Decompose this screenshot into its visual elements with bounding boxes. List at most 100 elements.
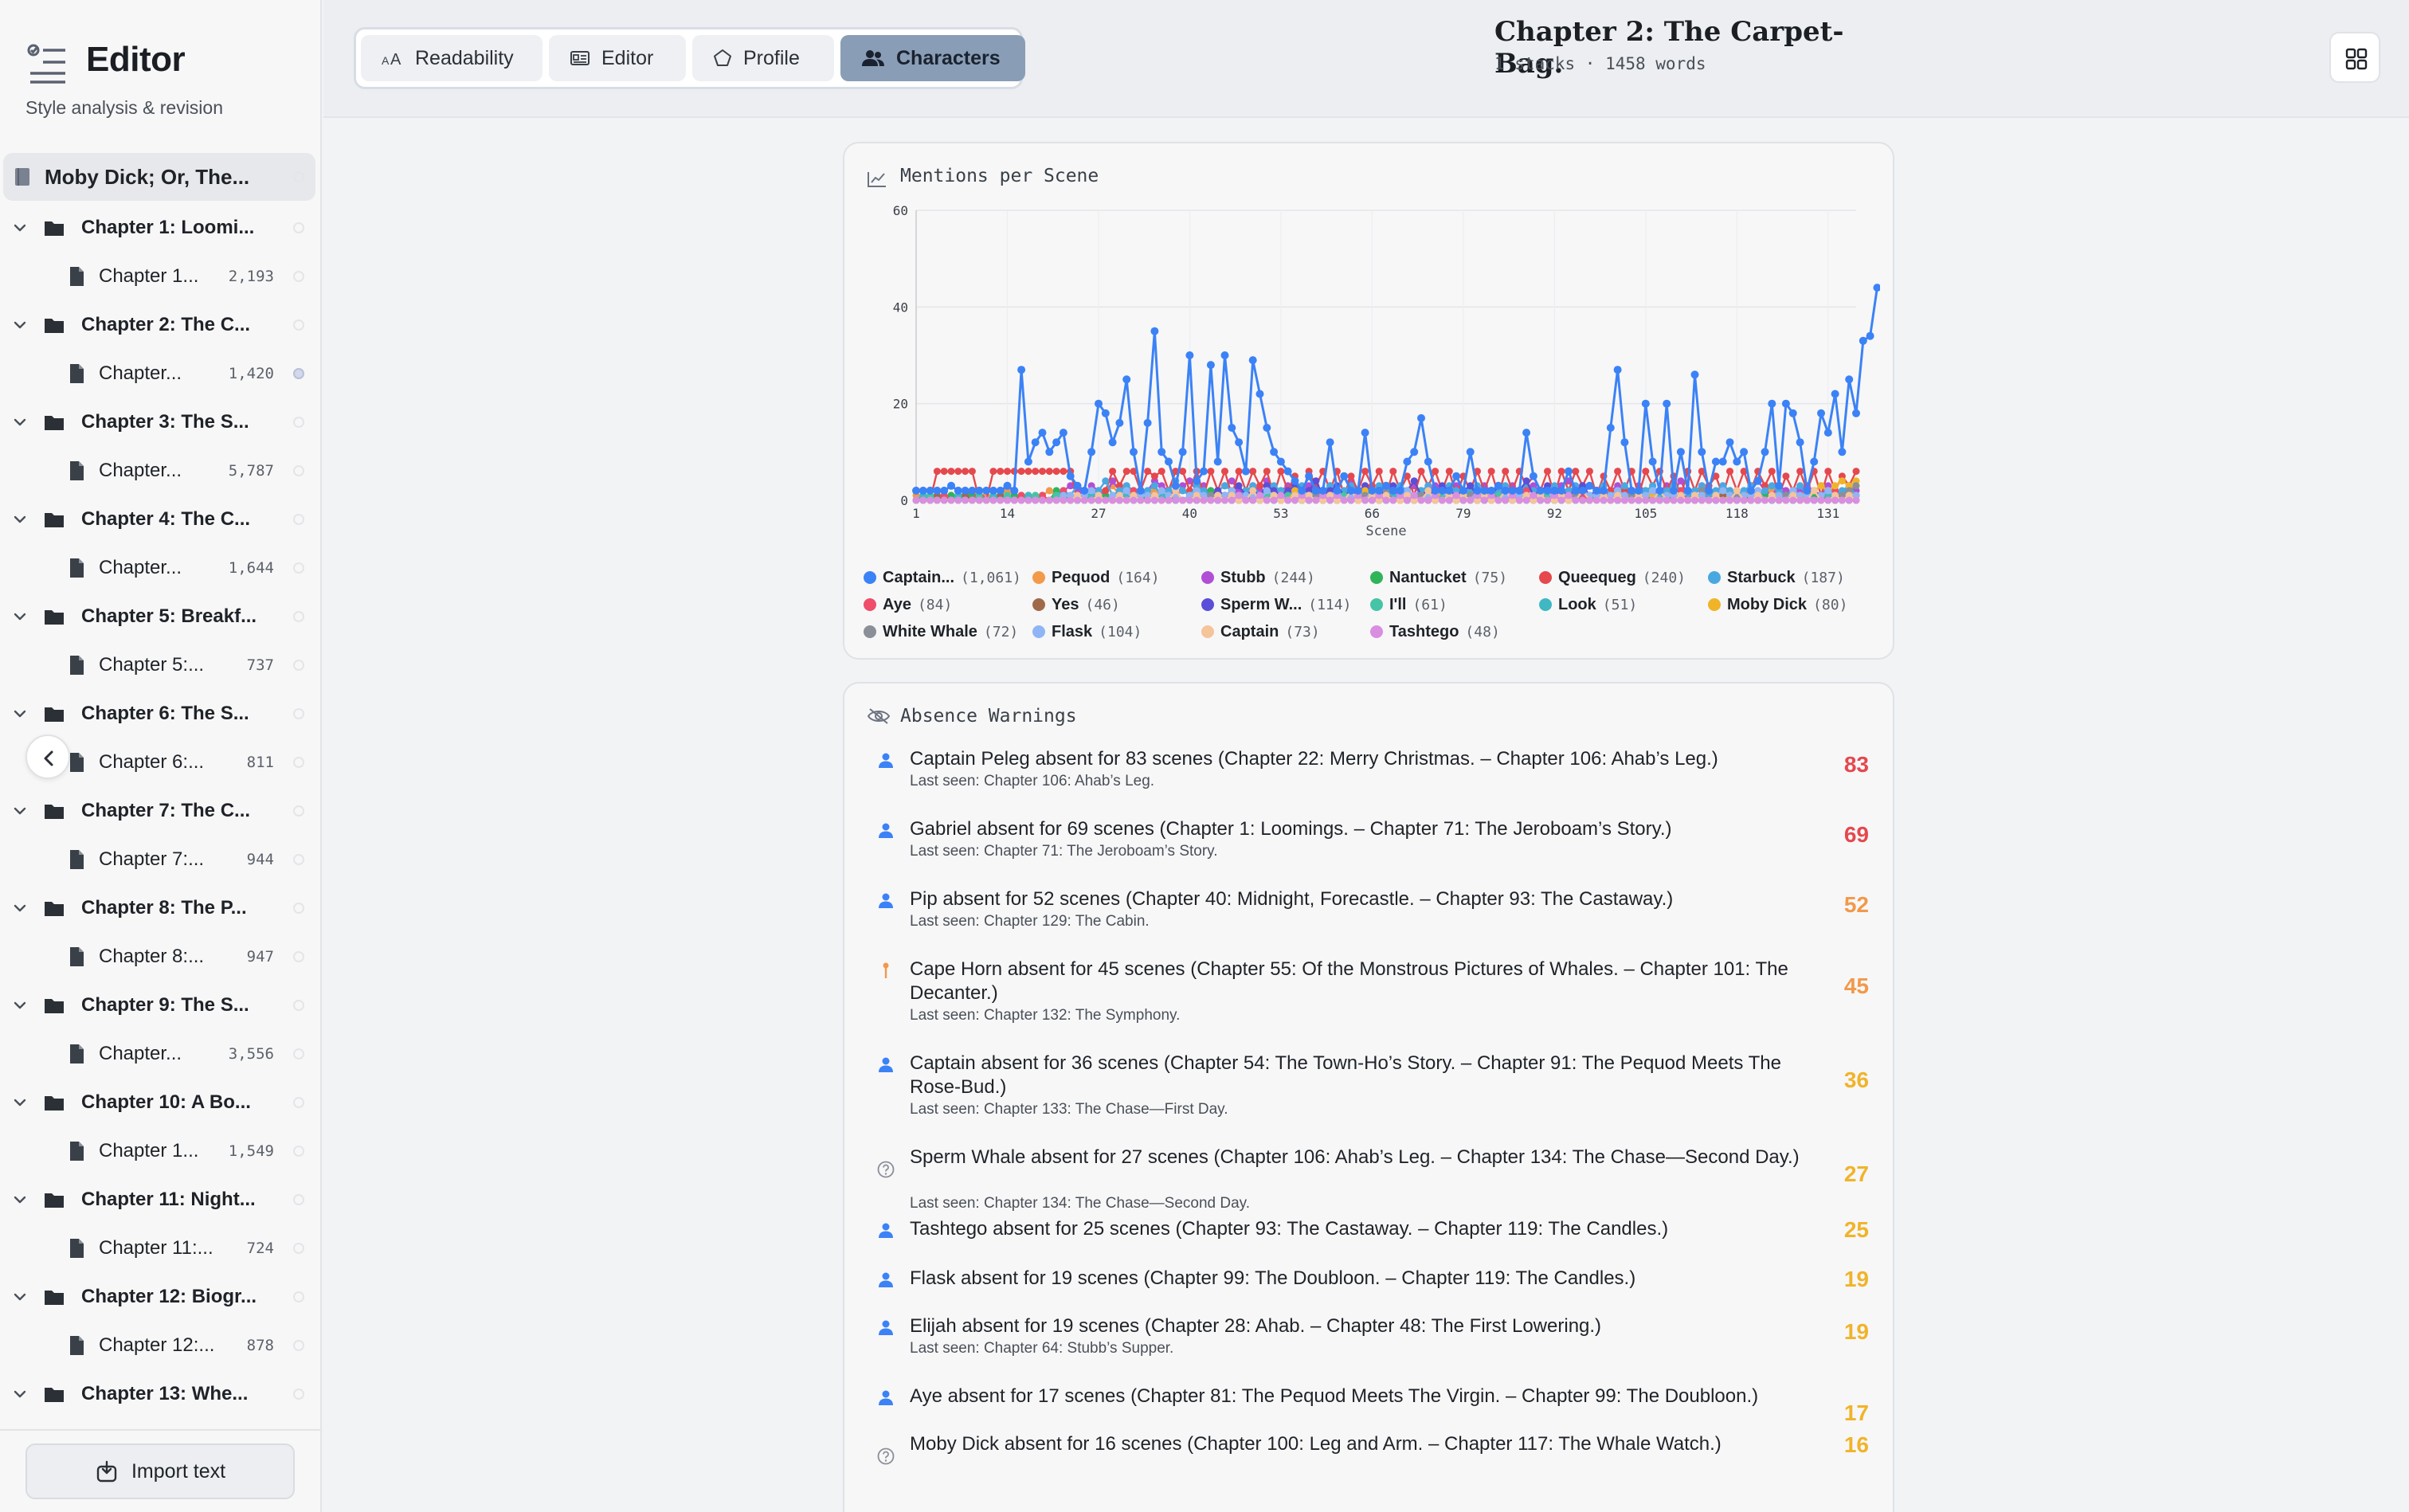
legend-item[interactable]: Sperm W... (114)	[1201, 591, 1351, 618]
data-point	[1438, 486, 1447, 495]
data-point	[1635, 496, 1643, 504]
tree-scene-12[interactable]: Chapter 12:... 878	[3, 1322, 315, 1369]
legend-item[interactable]: Starbuck (187)	[1708, 564, 1845, 591]
data-point	[940, 486, 949, 495]
tab-editor[interactable]: Editor	[549, 35, 686, 81]
data-point	[1761, 487, 1769, 495]
tree-chapter-4[interactable]: Chapter 4: The C...	[3, 496, 315, 543]
tree-chapter-12[interactable]: Chapter 12: Biogr...	[3, 1273, 315, 1321]
legend-item[interactable]: Stubb (244)	[1201, 564, 1315, 591]
tree-chapter-2[interactable]: Chapter 2: The C...	[3, 301, 315, 349]
data-point	[1102, 477, 1110, 485]
tree-scene-9[interactable]: Chapter... 3,556	[3, 1030, 315, 1078]
tree-chapter-label: Chapter 10: A Bo...	[81, 1091, 251, 1113]
data-point	[1073, 481, 1082, 490]
data-point	[1565, 492, 1573, 499]
absence-last-seen: Last seen: Chapter 134: The Chase—Second…	[910, 1195, 1251, 1212]
absence-count-badge: 19	[1843, 1319, 1869, 1344]
tab-characters[interactable]: Characters	[840, 35, 1025, 81]
data-point	[1719, 496, 1727, 504]
import-text-button[interactable]: Import text	[25, 1443, 295, 1499]
x-tick-label: 53	[1273, 506, 1288, 521]
chevron-down-icon[interactable]	[11, 1094, 29, 1111]
data-point	[1824, 487, 1832, 495]
data-point	[933, 468, 941, 476]
chevron-down-icon[interactable]	[11, 511, 29, 528]
status-dot	[293, 903, 304, 914]
chevron-down-icon[interactable]	[11, 413, 29, 431]
data-point	[1530, 492, 1537, 499]
data-point	[1487, 486, 1496, 495]
tree-root-book[interactable]: Moby Dick; Or, The...	[3, 153, 315, 201]
chevron-down-icon[interactable]	[11, 316, 29, 334]
tree-chapter-11[interactable]: Chapter 11: Night...	[3, 1176, 315, 1224]
legend-item[interactable]: Queequeg (240)	[1539, 564, 1686, 591]
tree-scene-10[interactable]: Chapter 1... 1,549	[3, 1127, 315, 1175]
tab-readability[interactable]: A A Readability	[361, 35, 543, 81]
data-point	[1635, 486, 1643, 495]
chevron-down-icon[interactable]	[11, 899, 29, 917]
chevron-down-icon[interactable]	[11, 1385, 29, 1403]
data-point	[1753, 476, 1762, 485]
legend-item[interactable]: I'll (61)	[1370, 591, 1447, 618]
chevron-down-icon[interactable]	[11, 608, 29, 625]
tree-scene-5[interactable]: Chapter 5:... 737	[3, 641, 315, 689]
tree-scene-2[interactable]: Chapter... 1,420	[3, 350, 315, 398]
tree-chapter-13[interactable]: Chapter 13: Whe...	[3, 1370, 315, 1418]
tree-scene-8[interactable]: Chapter 8:... 947	[3, 933, 315, 981]
tree-scene-label: Chapter 6:...	[99, 751, 205, 773]
legend-item[interactable]: Yes (46)	[1032, 591, 1120, 618]
legend-item[interactable]: Aye (84)	[864, 591, 952, 618]
data-point	[1557, 468, 1565, 476]
chevron-down-icon[interactable]	[11, 1288, 29, 1306]
data-point	[1130, 496, 1138, 504]
data-point	[1817, 409, 1825, 417]
legend-item[interactable]: Look (51)	[1539, 591, 1637, 618]
status-dot	[293, 611, 304, 622]
legend-name: I'll	[1389, 595, 1407, 613]
tree-chapter-9[interactable]: Chapter 9: The S...	[3, 981, 315, 1029]
legend-item[interactable]: Captain... (1,061)	[864, 564, 1021, 591]
legend-item[interactable]: Flask (104)	[1032, 618, 1142, 645]
data-point	[1115, 418, 1124, 427]
tree-scene-11[interactable]: Chapter 11:... 724	[3, 1224, 315, 1272]
tree-scene-7[interactable]: Chapter 7:... 944	[3, 836, 315, 883]
data-point	[1052, 468, 1060, 476]
tree-chapter-7[interactable]: Chapter 7: The C...	[3, 787, 315, 835]
tree-chapter-6[interactable]: Chapter 6: The S...	[3, 690, 315, 738]
legend-item[interactable]: White Whale (72)	[864, 618, 1018, 645]
tree-chapter-8[interactable]: Chapter 8: The P...	[3, 884, 315, 932]
data-point	[1614, 496, 1622, 504]
collapse-sidebar-button[interactable]	[25, 734, 70, 779]
data-point	[1150, 472, 1158, 480]
layout-grid-button[interactable]	[2329, 32, 2380, 83]
legend-item[interactable]: Pequod (164)	[1032, 564, 1160, 591]
chevron-down-icon[interactable]	[11, 1191, 29, 1208]
data-point	[947, 496, 955, 504]
legend-count: (244)	[1271, 569, 1315, 586]
folder-icon	[43, 217, 65, 239]
tree-chapter-1[interactable]: Chapter 1: Loomi...	[3, 204, 315, 252]
chevron-down-icon[interactable]	[11, 219, 29, 237]
tab-profile[interactable]: Profile	[692, 35, 834, 81]
tree-chapter-3[interactable]: Chapter 3: The S...	[3, 398, 315, 446]
chevron-down-icon[interactable]	[11, 997, 29, 1014]
tree-chapter-10[interactable]: Chapter 10: A Bo...	[3, 1079, 315, 1126]
legend-total: 72	[992, 623, 1010, 640]
tree-scene-4[interactable]: Chapter... 1,644	[3, 544, 315, 592]
data-point	[1424, 496, 1432, 504]
data-point	[1642, 496, 1650, 504]
data-point	[1733, 457, 1741, 466]
legend-item[interactable]: Tashtego (48)	[1370, 618, 1500, 645]
tree-chapter-5[interactable]: Chapter 5: Breakf...	[3, 593, 315, 640]
legend-item[interactable]: Captain (73)	[1201, 618, 1320, 645]
legend-swatch	[864, 571, 876, 584]
legend-item[interactable]: Nantucket (75)	[1370, 564, 1507, 591]
tree-scene-1[interactable]: Chapter 1... 2,193	[3, 253, 315, 300]
chevron-down-icon[interactable]	[11, 705, 29, 723]
legend-swatch	[1539, 598, 1552, 611]
legend-item[interactable]: Moby Dick (80)	[1708, 591, 1847, 618]
chevron-down-icon[interactable]	[11, 802, 29, 820]
data-point	[989, 468, 997, 476]
tree-scene-3[interactable]: Chapter... 5,787	[3, 447, 315, 495]
